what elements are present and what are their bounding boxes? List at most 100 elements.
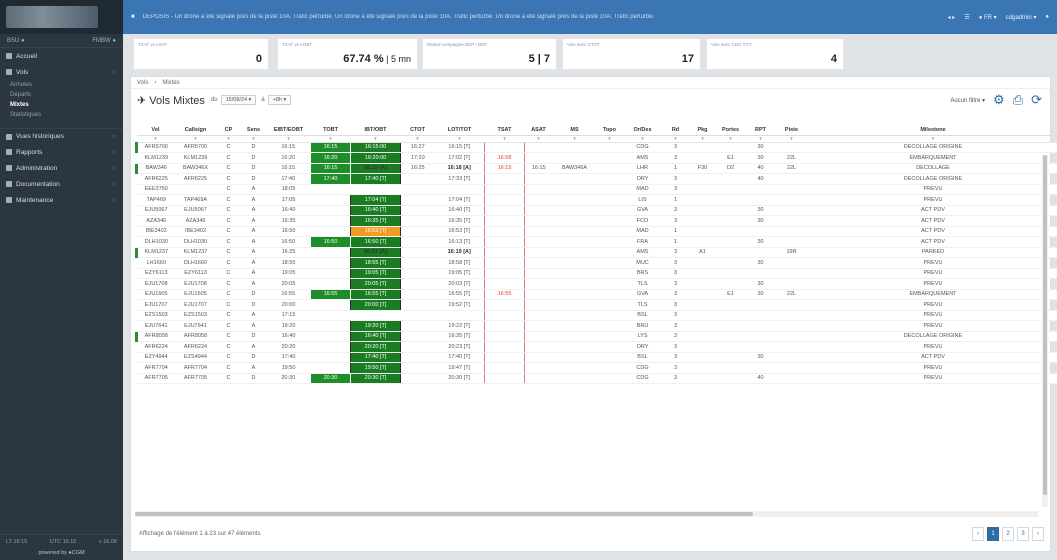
language-dropdown[interactable]: ● FR ▾ <box>979 14 997 21</box>
column-filter[interactable]: ▾ <box>240 135 267 143</box>
table-row[interactable]: TAP469 TAP469A C A 17:05 17:04 [T] 17:04 [T] LI… <box>136 194 1057 206</box>
column-filter[interactable]: ▾ <box>744 135 777 143</box>
table-row[interactable]: DLH1030 DLH1030 C A 16:50 16:50 16:50 [T] 16:13… <box>136 236 1057 248</box>
table-cell: 17:04 [T] <box>350 194 401 206</box>
table-row[interactable]: AFR7704 AFR7704 C A 19:50 19:50 [T] 19:47 [T] C… <box>136 362 1057 374</box>
horizontal-scrollbar[interactable] <box>135 511 1038 517</box>
column-filter[interactable]: ▾ <box>266 135 311 143</box>
column-filter[interactable]: ▾ <box>136 135 175 143</box>
table-row[interactable]: EJU5067 EJU5067 C A 16:40 16:40 [T] 16:40 [T] G… <box>136 205 1057 216</box>
column-filter[interactable]: ▾ <box>216 135 241 143</box>
table-row[interactable]: IBE3402 IBE3402 C A 16:50 16:53 [T] 16:53 [T] M… <box>136 226 1057 237</box>
notification-icon[interactable]: ● <box>1045 14 1049 20</box>
column-header[interactable]: IBT/OBT <box>350 125 401 136</box>
sidebar-item-documentation[interactable]: Documentation › <box>0 176 123 192</box>
refresh-icon[interactable]: ⟳ <box>1031 92 1042 108</box>
page-button[interactable]: 2 <box>1002 527 1014 541</box>
column-header[interactable]: MS <box>552 125 597 136</box>
settings-icon[interactable]: ⚙ <box>993 92 1005 108</box>
column-filter[interactable]: ▾ <box>688 135 717 143</box>
table-row[interactable]: AZA346 AZA346 C A 16:35 16:35 [T] 16:35 [T] FCO… <box>136 215 1057 227</box>
breadcrumb-item[interactable]: Vols <box>137 80 148 86</box>
table-row[interactable]: LH1660 DLH1660 C A 18:55 18:55 [T] 18:58 [T] MU… <box>136 257 1057 269</box>
vertical-scrollbar[interactable] <box>1042 155 1048 507</box>
sidebar-sub-arrivees[interactable]: Arrivées <box>0 80 123 90</box>
column-header[interactable]: Topo <box>596 125 623 136</box>
sidebar-item-administration[interactable]: Administration › <box>0 160 123 176</box>
page-button[interactable]: 1 <box>987 527 999 541</box>
column-header[interactable]: EIBT/EOBT <box>266 125 311 136</box>
column-header[interactable]: TSAT <box>484 125 525 136</box>
table-row[interactable]: EZY6113 EZY6113 C A 19:05 19:05 [T] 19:05 [T] B… <box>136 268 1057 279</box>
column-header[interactable]: ASAT <box>524 125 553 136</box>
column-header[interactable]: Milestone <box>806 125 1057 136</box>
column-filter[interactable]: ▾ <box>400 135 435 143</box>
export-icon[interactable]: ⎙ <box>1013 92 1023 108</box>
from-date-select[interactable]: 15/08/24 ▾ <box>220 95 257 105</box>
column-filter[interactable]: ▾ <box>716 135 745 143</box>
sidebar-item-accueil[interactable]: Accueil <box>0 48 123 64</box>
sidebar-item-vols[interactable]: Vols › <box>0 64 123 80</box>
sidebar-item-rapports[interactable]: Rapports › <box>0 144 123 160</box>
app-logo[interactable] <box>0 0 123 34</box>
column-filter[interactable]: ▾ <box>434 135 485 143</box>
table-row[interactable]: EZS1503 EZS1503 C A 17:15 BSL 3 PREVU <box>136 310 1057 321</box>
scrollbar-thumb[interactable] <box>1043 155 1047 495</box>
filter-dropdown[interactable]: Aucun filtre ▾ <box>950 97 985 104</box>
column-header[interactable]: Rd <box>662 125 689 136</box>
table-row[interactable]: AFR5700 AFR5700 C D 16:15 16:15 16:15:00 16:27 1… <box>135 141 1057 153</box>
column-filter[interactable]: ▾ <box>662 135 689 143</box>
table-row[interactable]: EZY4944 EZS4944 C D 17:40 17:40 [T] 17:40 [T] B… <box>136 352 1057 363</box>
column-header[interactable]: Sens <box>240 125 267 136</box>
column-filter[interactable]: ▾ <box>350 135 401 143</box>
column-header[interactable]: LOT/TOT <box>434 125 485 136</box>
column-filter[interactable]: ▾ <box>524 135 553 143</box>
table-row[interactable]: EEE3750 C A 18:05 MAD 3 PREVU <box>136 184 1057 195</box>
column-filter[interactable]: ▾ <box>174 135 217 143</box>
user-menu[interactable]: cdgadmin ▾ <box>1006 14 1037 21</box>
column-filter[interactable]: ▾ <box>310 135 351 143</box>
column-header[interactable]: RPT <box>744 125 777 136</box>
sidebar-sub-mixtes[interactable]: Mixtes <box>0 100 123 110</box>
table-row[interactable]: AFR6224 AFR6224 C A 20:20 20:20 [T] 20:23 [T] O… <box>136 341 1057 353</box>
table-row[interactable]: EJU1708 EJU1708 C A 20:05 20:05 [T] 20:03 [T] T… <box>136 278 1057 290</box>
table-row[interactable]: AFR7705 AFR7705 C D 20:30 20:30 20:30 [T] 20:30… <box>136 372 1057 384</box>
table-cell: 30 <box>744 142 777 153</box>
sidebar-sub-statistiques[interactable]: Statistiques <box>0 110 123 120</box>
table-row[interactable]: EJU1605 EJU1605 C D 16:55 16:55 16:55 [T] 16:55… <box>136 288 1057 300</box>
column-header[interactable]: TOBT <box>310 125 351 136</box>
table-row[interactable]: AFR6225 AFR6225 C D 17:40 17:40 17:40 [T] 17:33… <box>136 173 1057 185</box>
column-header[interactable]: Pkg <box>688 125 717 136</box>
table-row[interactable]: BAW346 BAW346X C D 16:15 16:15 16:15 [A] 16:25 1… <box>135 162 1057 174</box>
prev-page-button[interactable]: ‹ <box>972 527 984 541</box>
column-header[interactable]: Callsign <box>174 125 217 136</box>
column-filter[interactable]: ▾ <box>596 135 623 143</box>
column-header[interactable]: Piste <box>776 125 807 136</box>
ticker-nav-button[interactable]: ◂ ▸ <box>948 14 956 21</box>
table-row[interactable]: EJU7641 EJU7641 C A 19:20 19:20 [T] 19:22 [T] B… <box>136 320 1057 332</box>
column-header[interactable]: Vol <box>136 125 175 136</box>
column-header[interactable]: CP <box>216 125 241 136</box>
table-row[interactable]: AFR8058 AFR8058 C D 16:40 16:40 [T] 16:35 [T] L… <box>135 331 1057 342</box>
column-header[interactable]: CTOT <box>400 125 435 136</box>
page-button[interactable]: 3 <box>1017 527 1029 541</box>
sidebar-sub-departs[interactable]: Départs <box>0 90 123 100</box>
sidebar-item-vues-historiques[interactable]: Vues historiques › <box>0 128 123 144</box>
next-page-button[interactable]: › <box>1032 527 1044 541</box>
column-filter[interactable]: ▾ <box>484 135 525 143</box>
table-cell: MUC <box>622 257 663 269</box>
column-filter[interactable]: ▾ <box>776 135 807 143</box>
menu-icon[interactable]: ☰ <box>964 14 969 21</box>
column-filter[interactable]: ▾ <box>552 135 597 143</box>
column-header[interactable]: Portes <box>716 125 745 136</box>
table-row[interactable]: KLM1237 KLM1237 C A 16:25 16:21 [A] 16:19 [A] A… <box>135 247 1057 258</box>
column-filter[interactable]: ▾ <box>806 135 1057 143</box>
table-row[interactable]: KLM1239 KLM1239 C D 16:20 16:20 16:20:00 17:20 1… <box>136 152 1057 164</box>
to-date-select[interactable]: +8h ▾ <box>267 95 292 105</box>
scrollbar-thumb[interactable] <box>135 512 753 516</box>
column-filter[interactable]: ▾ <box>622 135 663 143</box>
table-row[interactable]: EJU1707 EJU1707 C D 20:00 20:00 [T] 19:52 [T] T… <box>136 299 1057 311</box>
column-header[interactable]: Or/Des <box>622 125 663 136</box>
sidebar-item-label: Administration <box>16 164 58 172</box>
sidebar-item-maintenance[interactable]: Maintenance › <box>0 192 123 208</box>
